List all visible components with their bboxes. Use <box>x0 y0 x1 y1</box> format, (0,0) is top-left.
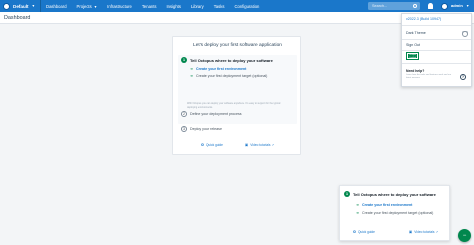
page-title: Dashboard <box>4 15 31 21</box>
card-footer: ✪ Quick guide ▣ Video tutorials ↗ <box>173 143 302 147</box>
arrow-right-icon: ➔ <box>190 67 194 71</box>
onboarding-toggle-button[interactable]: − <box>458 229 471 242</box>
step-3-number: 3 <box>181 126 187 132</box>
search-placeholder: Search... <box>372 4 388 8</box>
nav-tasks[interactable]: Tasks <box>209 4 230 9</box>
panel-task-create-environment[interactable]: ➔ Create your first environment <box>356 203 412 207</box>
onboarding-card: Let's deploy your first software applica… <box>172 36 301 155</box>
compass-icon: ✪ <box>201 143 205 147</box>
panel-video-tutorials-label: Video tutorials <box>414 230 435 234</box>
nav-projects[interactable]: Projects ▼ <box>72 4 103 9</box>
nav-configuration[interactable]: Configuration <box>229 4 264 9</box>
help-description: Learn how the tools and features work an… <box>406 74 452 79</box>
nav-insights[interactable]: Insights <box>162 4 186 9</box>
task-create-target-label: Create your first deployment target (opt… <box>196 74 268 78</box>
minimize-icon: − <box>462 232 467 239</box>
certification-badge[interactable]: Octopus Certified <box>406 52 419 60</box>
video-tutorials-link[interactable]: ▣ Video tutorials ↗ <box>245 143 274 147</box>
step-1-number: 1 <box>181 57 187 63</box>
video-icon: ▣ <box>244 143 249 147</box>
external-link-icon: ↗ <box>271 143 274 147</box>
panel-video-tutorials-link[interactable]: ▣ Video tutorials ↗ <box>409 230 438 234</box>
panel-quick-guide-label: Quick guide <box>358 230 375 234</box>
video-tutorials-label: Video tutorials <box>250 143 271 147</box>
arrow-right-icon: ➔ <box>356 211 360 215</box>
panel-title: Tell Octopus where to deploy your softwa… <box>353 192 436 197</box>
chevron-down-icon[interactable]: ▼ <box>466 4 469 8</box>
chevron-down-icon: ▼ <box>31 4 36 8</box>
step-3-title[interactable]: Deploy your release <box>190 127 222 131</box>
space-name: Default <box>13 3 29 9</box>
badge-text: Octopus Certified <box>409 54 416 59</box>
external-link-icon: ↗ <box>435 230 438 234</box>
space-logo-icon <box>3 2 10 10</box>
user-name[interactable]: admin <box>451 3 463 8</box>
nav-projects-label: Projects <box>76 3 92 9</box>
dark-theme-toggle[interactable] <box>462 30 468 37</box>
search-icon <box>413 3 417 8</box>
video-icon: ▣ <box>408 230 413 234</box>
help-title: Need help? <box>406 69 425 73</box>
help-icon[interactable]: ? <box>460 74 466 80</box>
quick-guide-link[interactable]: ✪ Quick guide <box>201 143 223 147</box>
step-1-title: Tell Octopus where to deploy your softwa… <box>190 58 273 63</box>
arrow-right-icon: ➔ <box>190 74 194 78</box>
divider <box>402 63 471 64</box>
sign-out-link[interactable]: Sign Out <box>406 43 420 47</box>
bell-icon[interactable] <box>428 2 433 9</box>
chevron-down-icon: ▼ <box>93 4 98 9</box>
arrow-right-icon: ➔ <box>356 203 360 207</box>
nav-library[interactable]: Library <box>186 4 209 9</box>
step-2-number: 2 <box>181 111 187 117</box>
nav-tenants[interactable]: Tenants <box>137 4 162 9</box>
divider <box>402 39 471 40</box>
divider <box>402 50 471 51</box>
dark-theme-label: Dark Theme <box>406 31 426 35</box>
divider <box>402 25 471 26</box>
version-link[interactable]: v2022.3 (Build 10947) <box>406 17 441 21</box>
task-create-environment-label: Create your first environment <box>196 67 247 71</box>
task-create-target[interactable]: ➔ Create your first deployment target (o… <box>190 74 267 78</box>
avatar[interactable] <box>441 2 448 10</box>
panel-footer: ✪ Quick guide ▣ Video tutorials ↗ <box>340 230 451 234</box>
step-1-description: With Octopus you can deploy your softwar… <box>187 102 281 109</box>
user-menu: v2022.3 (Build 10947) Dark Theme Sign Ou… <box>401 13 472 87</box>
panel-step-number: 1 <box>344 191 350 197</box>
panel-task-create-target[interactable]: ➔ Create your first deployment target (o… <box>356 211 433 215</box>
onboarding-panel: 1 Tell Octopus where to deploy your soft… <box>339 185 450 241</box>
nav-dashboard[interactable]: Dashboard <box>41 4 72 9</box>
compass-icon: ✪ <box>353 230 357 234</box>
task-create-environment[interactable]: ➔ Create your first environment <box>190 67 246 71</box>
step-2-title[interactable]: Define your deployment process <box>190 112 242 116</box>
panel-quick-guide-link[interactable]: ✪ Quick guide <box>353 230 375 234</box>
panel-task-create-target-label: Create your first deployment target (opt… <box>362 211 434 215</box>
search-input[interactable]: Search... <box>368 2 420 10</box>
nav-infrastructure[interactable]: Infrastructure <box>102 4 137 9</box>
panel-task-create-environment-label: Create your first environment <box>362 203 413 207</box>
space-selector[interactable]: Default ▼ <box>0 0 38 12</box>
onboarding-title: Let's deploy your first software applica… <box>193 43 282 48</box>
quick-guide-label: Quick guide <box>206 143 223 147</box>
